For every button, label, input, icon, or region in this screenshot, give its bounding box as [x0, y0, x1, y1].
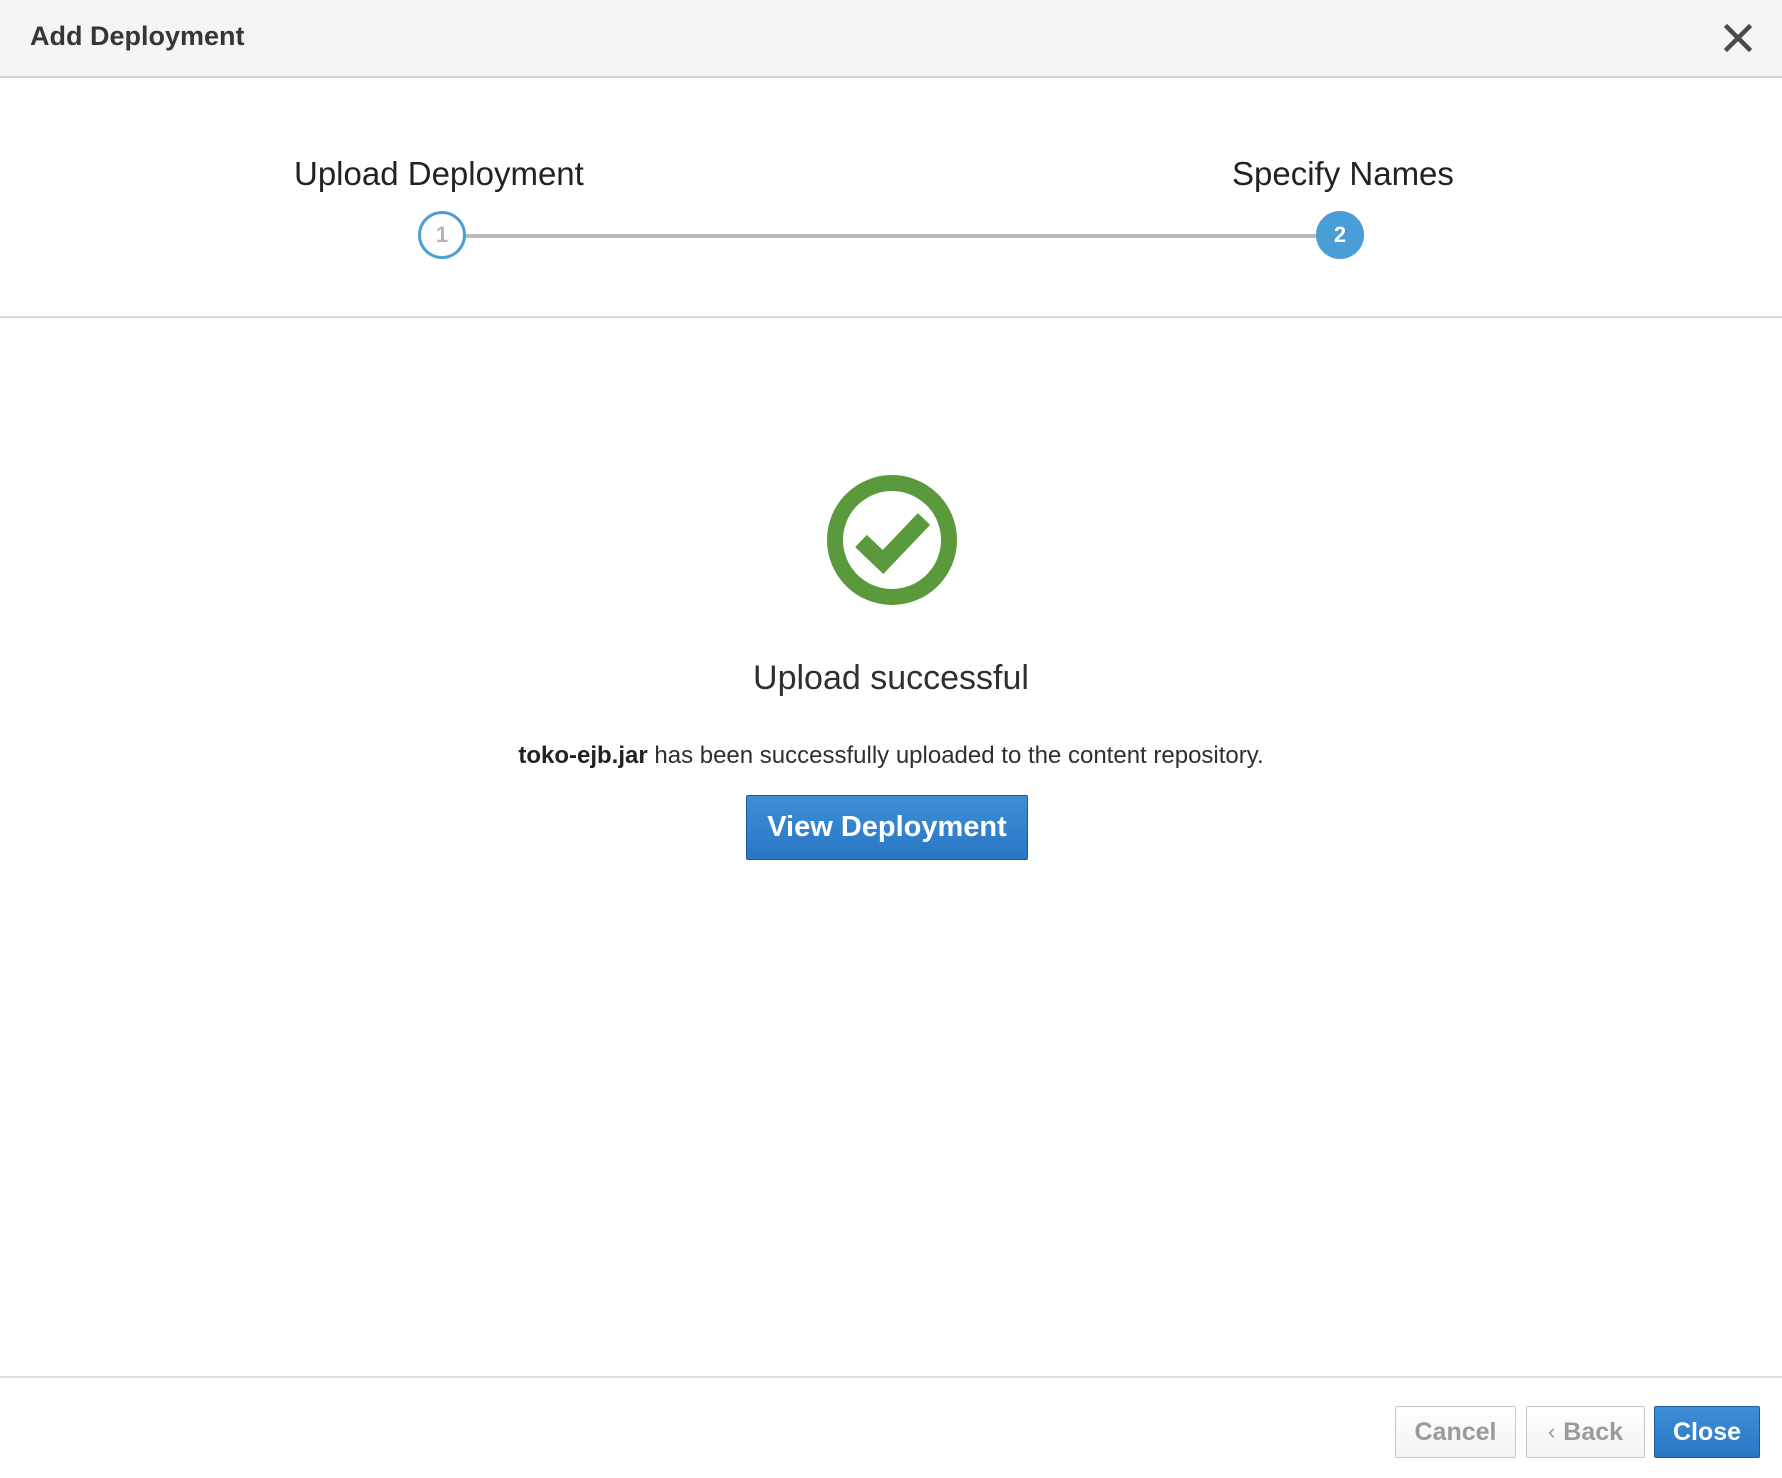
result-message-text: has been successfully uploaded to the co… — [647, 742, 1264, 769]
step-1-circle[interactable]: 1 — [418, 211, 466, 259]
close-button[interactable]: Close — [1654, 1406, 1760, 1458]
dialog-header: Add Deployment — [0, 0, 1782, 78]
result-title: Upload successful — [753, 659, 1029, 697]
step-2-circle[interactable]: 2 — [1316, 211, 1364, 259]
back-button-label: Back — [1563, 1418, 1624, 1446]
check-circle-icon — [826, 474, 958, 606]
cancel-button[interactable]: Cancel — [1395, 1406, 1516, 1458]
dialog-title: Add Deployment — [30, 21, 245, 51]
wizard-steps: Upload Deployment Specify Names 1 2 — [0, 78, 1782, 318]
result-message: toko-ejb.jar has been successfully uploa… — [0, 740, 1782, 772]
back-button[interactable]: ‹ Back — [1526, 1406, 1645, 1458]
step-label-upload-deployment: Upload Deployment — [294, 155, 584, 192]
step-connector — [444, 234, 1340, 238]
chevron-left-icon: ‹ — [1547, 1419, 1556, 1444]
view-deployment-button[interactable]: View Deployment — [746, 795, 1028, 860]
close-icon[interactable] — [1720, 20, 1756, 56]
step-label-specify-names: Specify Names — [1232, 155, 1454, 192]
uploaded-file-name: toko-ejb.jar — [518, 742, 648, 769]
dialog-footer: Cancel ‹ Back Close — [0, 1376, 1782, 1478]
add-deployment-dialog: Add Deployment Upload Deployment Specify… — [0, 0, 1782, 1478]
